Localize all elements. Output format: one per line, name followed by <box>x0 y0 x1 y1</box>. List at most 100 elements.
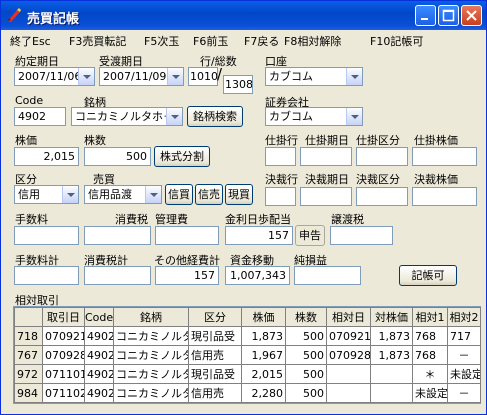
interest-field[interactable]: 157 <box>225 226 293 245</box>
cell-shares[interactable]: 500 <box>285 345 327 365</box>
cell-shares[interactable]: 500 <box>285 364 327 384</box>
credit-buy-button[interactable]: 信買 <box>165 184 193 205</box>
cell-relative1[interactable]: 768 <box>412 345 448 365</box>
col-header-issue[interactable]: 銘柄 <box>113 307 189 327</box>
cell-trade-date[interactable]: 071101 <box>42 364 85 384</box>
cell-shares[interactable]: 500 <box>285 383 327 403</box>
settle-date-field[interactable] <box>300 187 352 206</box>
pend-line-field[interactable] <box>265 147 296 166</box>
col-header-counter-price[interactable]: 対株価 <box>370 307 413 327</box>
cell-relative1[interactable]: 768 <box>412 326 448 346</box>
col-header-code[interactable]: Code <box>84 307 114 327</box>
chevron-down-icon[interactable] <box>78 68 94 85</box>
line-number-field[interactable]: 1010 <box>188 67 218 86</box>
issue-select[interactable]: コニカミノルタホ－... <box>71 107 183 126</box>
issue-search-button[interactable]: 銘柄検索 <box>187 106 243 127</box>
code-input[interactable]: 4902 <box>14 107 66 126</box>
cell-code[interactable]: 4902 <box>84 345 114 365</box>
post-button[interactable]: 記帳可 <box>399 265 457 286</box>
cell-relative2[interactable]: 未設定 <box>447 364 481 384</box>
broker-select[interactable]: カブコム <box>265 107 363 126</box>
settle-price-field[interactable] <box>412 187 477 206</box>
fee-field[interactable] <box>14 226 79 245</box>
chevron-down-icon[interactable] <box>166 108 182 125</box>
cell-price[interactable]: 1,873 <box>241 326 286 346</box>
chevron-down-icon[interactable] <box>145 186 161 203</box>
pend-type-field[interactable] <box>356 147 408 166</box>
chevron-down-icon[interactable] <box>62 186 78 203</box>
price-input[interactable]: 2,015 <box>14 147 79 166</box>
menu-prev[interactable]: F6前玉 <box>193 33 228 49</box>
cell-issue[interactable]: コニカミノルタ <box>113 383 189 403</box>
spot-buy-button[interactable]: 現買 <box>225 184 253 205</box>
mgmt-fee-field[interactable] <box>155 226 219 245</box>
settle-line-field[interactable] <box>265 187 296 206</box>
close-button[interactable] <box>461 5 482 26</box>
cell-relative1[interactable]: ＊ <box>412 364 448 384</box>
cell-category[interactable]: 信用売 <box>188 345 242 365</box>
menu-enable-post[interactable]: F10記帳可 <box>370 33 423 49</box>
cell-issue[interactable]: コニカミノルタ <box>113 364 189 384</box>
table-row[interactable]: 984 071102 4902 コニカミノルタ 信用売 2,280 500 未設… <box>14 383 481 403</box>
cell-trade-date[interactable]: 070921 <box>42 326 85 346</box>
report-button[interactable]: 申告 <box>295 225 325 246</box>
col-header-category[interactable]: 区分 <box>188 307 242 327</box>
col-header-relative-date[interactable]: 相対日 <box>326 307 371 327</box>
cell-price[interactable]: 2,280 <box>241 383 286 403</box>
transfer-tax-field[interactable] <box>330 226 393 245</box>
cell-trade-date[interactable]: 071102 <box>42 383 85 403</box>
trade-select[interactable]: 信用品渡 <box>84 185 162 204</box>
cell-relative-date[interactable]: 070921 <box>326 326 371 346</box>
contract-date-picker[interactable]: 2007/11/06 <box>14 67 95 86</box>
credit-sell-button[interactable]: 信売 <box>195 184 223 205</box>
menu-post-trade[interactable]: F3売買転記 <box>69 33 126 49</box>
delivery-date-picker[interactable]: 2007/11/09 <box>99 67 184 86</box>
col-header-relative2[interactable]: 相対2 <box>447 307 481 327</box>
cell-counter-price[interactable] <box>370 383 413 403</box>
col-header-price[interactable]: 株価 <box>241 307 286 327</box>
relative-trades-table[interactable]: 取引日 Code 銘柄 区分 株価 株数 相対日 対株価 相対1 相対2 718… <box>14 307 481 403</box>
split-button[interactable]: 株式分割 <box>154 146 210 167</box>
cell-relative-date[interactable]: 070928 <box>326 345 371 365</box>
pend-date-field[interactable] <box>300 147 352 166</box>
menu-back[interactable]: F7戻る <box>244 33 279 49</box>
table-row[interactable]: 767 070928 4902 コニカミノルタ 信用売 1,967 500 07… <box>14 345 481 365</box>
table-row[interactable]: 972 071101 4902 コニカミノルタ 現引品受 2,015 500 ＊… <box>14 364 481 384</box>
chevron-down-icon[interactable] <box>346 68 362 85</box>
col-header-trade-date[interactable]: 取引日 <box>42 307 85 327</box>
cell-code[interactable]: 4902 <box>84 383 114 403</box>
chevron-down-icon[interactable] <box>167 68 183 85</box>
cell-category[interactable]: 現引品受 <box>188 326 242 346</box>
cell-relative-date[interactable] <box>326 383 371 403</box>
account-select[interactable]: カブコム <box>265 67 363 86</box>
cell-relative-date[interactable] <box>326 364 371 384</box>
cell-relative1[interactable]: 未設定 <box>412 383 448 403</box>
cell-price[interactable]: 1,967 <box>241 345 286 365</box>
cell-counter-price[interactable]: 1,873 <box>370 326 413 346</box>
settle-type-field[interactable] <box>356 187 408 206</box>
cell-counter-price[interactable]: 1,873 <box>370 345 413 365</box>
shares-input[interactable]: 500 <box>84 147 151 166</box>
cell-price[interactable]: 2,015 <box>241 364 286 384</box>
cell-trade-date[interactable]: 070928 <box>42 345 85 365</box>
consumption-tax-field[interactable] <box>84 226 151 245</box>
cell-issue[interactable]: コニカミノルタ <box>113 326 189 346</box>
col-header-shares[interactable]: 株数 <box>285 307 327 327</box>
cell-relative2[interactable]: 717 <box>447 326 481 346</box>
maximize-button[interactable] <box>438 5 459 26</box>
cell-relative2[interactable]: － <box>447 383 481 403</box>
cell-category[interactable]: 信用売 <box>188 383 242 403</box>
chevron-down-icon[interactable] <box>346 108 362 125</box>
menu-quit[interactable]: 終了Esc <box>10 33 51 49</box>
cell-code[interactable]: 4902 <box>84 326 114 346</box>
menu-next[interactable]: F5次玉 <box>144 33 179 49</box>
table-row[interactable]: 718 070921 4902 コニカミノルタ 現引品受 1,873 500 0… <box>14 326 481 346</box>
cell-issue[interactable]: コニカミノルタ <box>113 345 189 365</box>
minimize-button[interactable] <box>415 5 436 26</box>
cell-category[interactable]: 現引品受 <box>188 364 242 384</box>
menu-release-relative[interactable]: F8相対解除 <box>284 33 341 49</box>
cell-counter-price[interactable] <box>370 364 413 384</box>
col-header-relative1[interactable]: 相対1 <box>412 307 448 327</box>
pend-price-field[interactable] <box>412 147 477 166</box>
cell-code[interactable]: 4902 <box>84 364 114 384</box>
